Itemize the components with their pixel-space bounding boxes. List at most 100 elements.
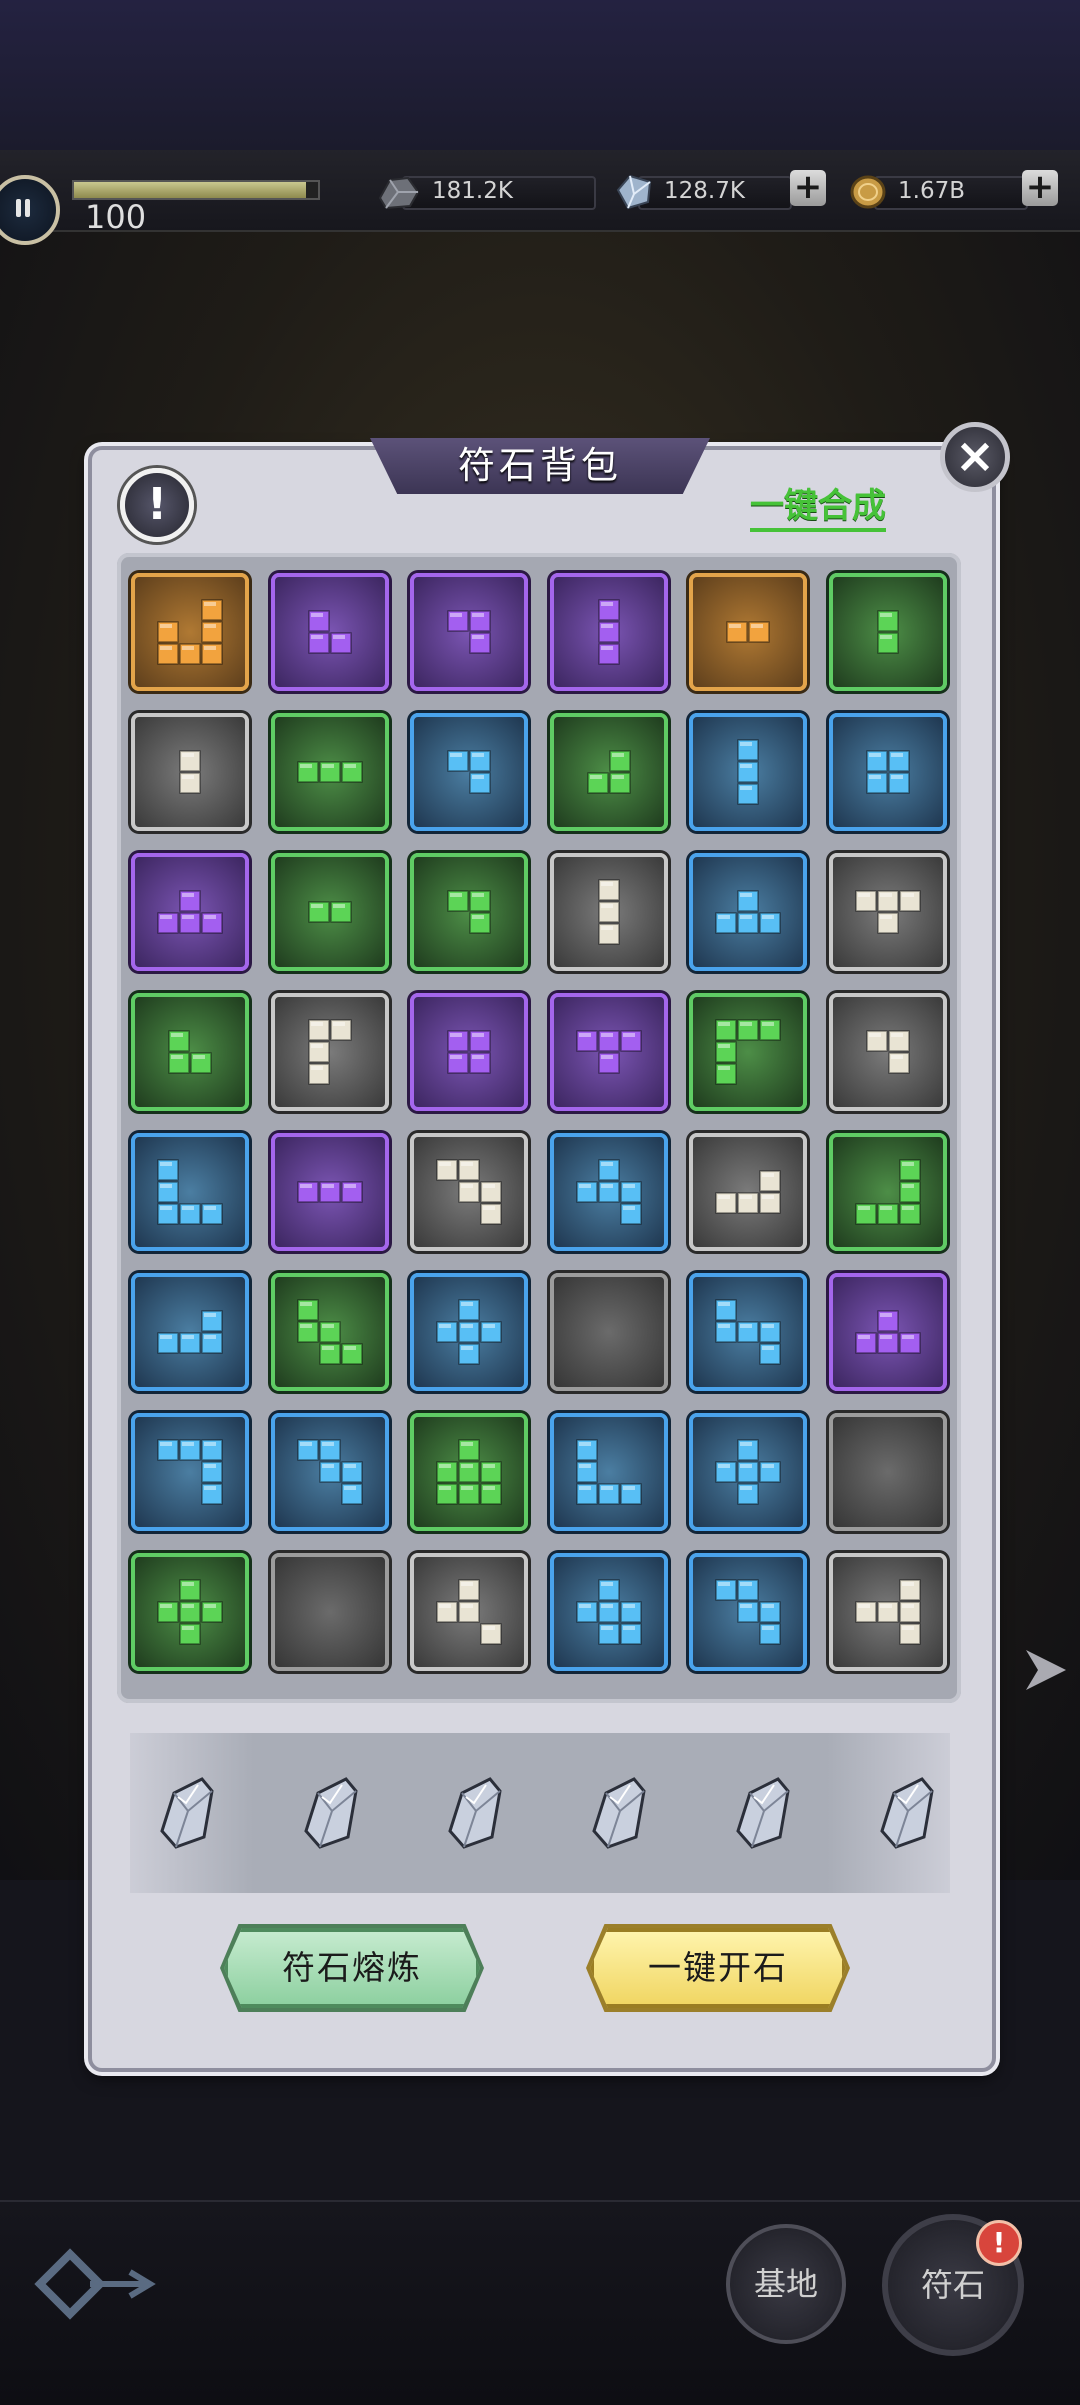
guild-logo-icon[interactable] bbox=[30, 2244, 160, 2324]
rune-block-highlight bbox=[890, 753, 903, 757]
rune-block-highlight bbox=[204, 1335, 216, 1339]
rune-slot-blue[interactable] bbox=[689, 1553, 807, 1671]
rune-slot-green[interactable] bbox=[689, 993, 807, 1111]
rune-slot-blue[interactable] bbox=[549, 1413, 668, 1531]
rune-slot-green[interactable] bbox=[270, 713, 389, 831]
empty-rune-slot[interactable] bbox=[828, 1413, 947, 1531]
rune-slot-white[interactable] bbox=[549, 853, 668, 971]
empty-rune-slot[interactable] bbox=[549, 1273, 668, 1391]
rune-block-highlight bbox=[182, 1582, 194, 1586]
merge-all-button[interactable]: 一键合成 bbox=[750, 484, 886, 532]
rune-block-highlight bbox=[461, 1464, 473, 1468]
rune-slot-blue[interactable] bbox=[689, 1413, 807, 1531]
rune-block-highlight bbox=[450, 893, 462, 897]
rune-crystal-icon[interactable] bbox=[440, 1773, 510, 1851]
next-arrow-icon[interactable] bbox=[1016, 1640, 1076, 1700]
rune-slot-blue[interactable] bbox=[131, 1413, 249, 1531]
rune-block-highlight bbox=[600, 1582, 613, 1586]
rune-slot-green[interactable] bbox=[270, 853, 389, 971]
rune-block-highlight bbox=[461, 1604, 473, 1608]
rune-block-highlight bbox=[718, 1302, 730, 1306]
base-nav-button[interactable]: 基地 bbox=[726, 2224, 846, 2344]
rune-slot-white[interactable] bbox=[410, 1133, 528, 1251]
rune-crystal-icon[interactable] bbox=[584, 1773, 654, 1851]
rune-slot-blue[interactable] bbox=[689, 713, 807, 831]
rune-slot-white[interactable] bbox=[689, 1133, 807, 1251]
rune-block-highlight bbox=[857, 1604, 870, 1608]
rune-slot-green[interactable] bbox=[410, 1413, 528, 1531]
rune-block-highlight bbox=[204, 646, 216, 650]
rune-slot-blue[interactable] bbox=[549, 1133, 668, 1251]
rune-block-highlight bbox=[310, 1044, 323, 1048]
rune-slot-blue[interactable] bbox=[410, 713, 528, 831]
rune-smelt-button[interactable]: 符石熔炼 bbox=[224, 1928, 480, 2008]
rune-block-highlight bbox=[578, 1464, 591, 1468]
rune-block-highlight bbox=[204, 1464, 216, 1468]
rune-slot-blue[interactable] bbox=[410, 1273, 528, 1391]
rune-crystal-icon[interactable] bbox=[296, 1773, 366, 1851]
rune-block-highlight bbox=[740, 1195, 752, 1199]
info-button[interactable]: ! bbox=[120, 468, 194, 542]
rune-slot-white[interactable] bbox=[410, 1553, 528, 1671]
rune-slot-orange[interactable] bbox=[131, 573, 249, 691]
rune-slot-purple[interactable] bbox=[410, 573, 528, 691]
rune-slot-green[interactable] bbox=[549, 713, 668, 831]
rune-block-highlight bbox=[461, 1184, 473, 1188]
rune-shape-icon bbox=[307, 610, 352, 654]
close-button[interactable]: × bbox=[940, 422, 1010, 492]
rune-slot-purple[interactable] bbox=[131, 853, 249, 971]
rune-slot-purple[interactable] bbox=[270, 573, 389, 691]
rune-block-highlight bbox=[439, 1464, 451, 1468]
coin-add-button[interactable]: + bbox=[1022, 170, 1058, 206]
rune-block-highlight bbox=[343, 1184, 356, 1188]
rune-slot-green[interactable] bbox=[270, 1273, 389, 1391]
rune-slot-purple[interactable] bbox=[828, 1273, 947, 1391]
rune-block-highlight bbox=[472, 775, 484, 779]
rune-block-highlight bbox=[762, 1195, 774, 1199]
rune-block-highlight bbox=[857, 893, 870, 897]
rune-slot-white[interactable] bbox=[270, 993, 389, 1111]
empty-rune-slot[interactable] bbox=[270, 1553, 389, 1671]
rune-crystal-icon[interactable] bbox=[728, 1773, 798, 1851]
rune-block-highlight bbox=[762, 915, 774, 919]
rune-slot-green[interactable] bbox=[828, 1133, 947, 1251]
rune-block-highlight bbox=[299, 1324, 312, 1328]
rune-slot-blue[interactable] bbox=[549, 1553, 668, 1671]
rune-block-highlight bbox=[171, 1033, 183, 1037]
rune-slot-green[interactable] bbox=[131, 993, 249, 1111]
rune-slot-purple[interactable] bbox=[410, 993, 528, 1111]
rune-slot-green[interactable] bbox=[131, 1553, 249, 1671]
crystal-add-button[interactable]: + bbox=[790, 170, 826, 206]
open-all-stones-button[interactable]: 一键开石 bbox=[590, 1928, 846, 2008]
rune-slot-blue[interactable] bbox=[131, 1133, 249, 1251]
rune-slot-orange[interactable] bbox=[689, 573, 807, 691]
rune-slot-white[interactable] bbox=[828, 1553, 947, 1671]
rune-crystal-icon[interactable] bbox=[152, 1773, 222, 1851]
rune-block-highlight bbox=[321, 1324, 334, 1328]
rune-block-highlight bbox=[310, 613, 323, 617]
rune-slot-blue[interactable] bbox=[689, 853, 807, 971]
rune-block-highlight bbox=[182, 646, 194, 650]
rune-crystal-icon[interactable] bbox=[872, 1773, 942, 1851]
top-bar: 100 181.2K 128.7K + 1.67B + bbox=[0, 150, 1080, 245]
rune-block-highlight bbox=[204, 1313, 216, 1317]
rune-slot-purple[interactable] bbox=[270, 1133, 389, 1251]
rune-block-highlight bbox=[751, 624, 763, 628]
rune-slot-blue[interactable] bbox=[689, 1273, 807, 1391]
rune-shape-icon bbox=[157, 1310, 223, 1354]
rune-shape-icon bbox=[715, 1019, 781, 1085]
rune-slot-purple[interactable] bbox=[549, 573, 668, 691]
rune-block-highlight bbox=[879, 893, 892, 897]
rune-slot-white[interactable] bbox=[828, 853, 947, 971]
rune-slot-green[interactable] bbox=[410, 853, 528, 971]
rune-block-highlight bbox=[182, 1604, 194, 1608]
rune-shape-icon bbox=[715, 890, 781, 934]
rune-slot-blue[interactable] bbox=[270, 1413, 389, 1531]
rune-slot-blue[interactable] bbox=[828, 713, 947, 831]
rune-slot-purple[interactable] bbox=[549, 993, 668, 1111]
ore-resource: 181.2K bbox=[376, 172, 596, 210]
rune-slot-white[interactable] bbox=[828, 993, 947, 1111]
rune-slot-green[interactable] bbox=[828, 573, 947, 691]
rune-slot-white[interactable] bbox=[131, 713, 249, 831]
rune-slot-blue[interactable] bbox=[131, 1273, 249, 1391]
